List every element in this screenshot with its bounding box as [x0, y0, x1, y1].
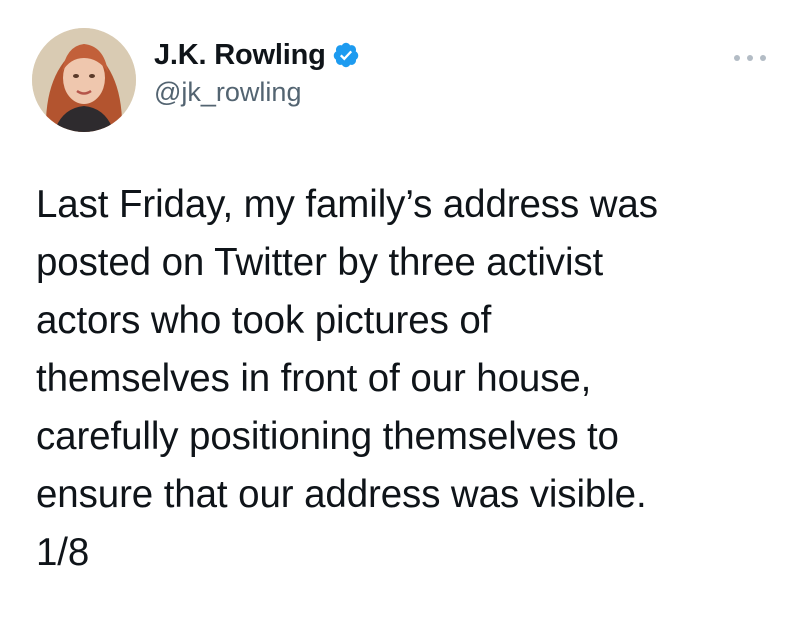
- more-horizontal-icon-dot: [747, 55, 753, 61]
- tweet-header: J.K. Rowling @jk_rowling: [32, 26, 360, 134]
- author-identity: J.K. Rowling @jk_rowling: [154, 38, 360, 110]
- author-handle[interactable]: @jk_rowling: [154, 74, 360, 110]
- tweet-card: J.K. Rowling @jk_rowling Last Friday, my…: [0, 0, 800, 625]
- more-horizontal-icon-dot: [734, 55, 740, 61]
- avatar[interactable]: [32, 28, 136, 132]
- display-name[interactable]: J.K. Rowling: [154, 38, 326, 72]
- name-row: J.K. Rowling: [154, 38, 360, 72]
- avatar-image: [32, 28, 136, 132]
- tweet-text: Last Friday, my family’s address was pos…: [36, 183, 658, 574]
- verified-badge-icon: [332, 41, 360, 69]
- more-horizontal-icon-dot: [760, 55, 766, 61]
- more-options-button[interactable]: [734, 52, 766, 64]
